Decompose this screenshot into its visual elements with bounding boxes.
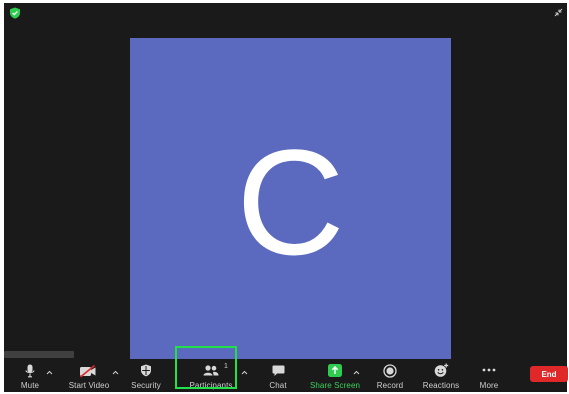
reactions-label: Reactions bbox=[422, 381, 460, 390]
chat-label: Chat bbox=[269, 381, 287, 390]
meeting-toolbar: Mute Start Video Security 1 Participants… bbox=[4, 359, 567, 392]
participant-video-tile: C bbox=[130, 38, 451, 359]
video-off-icon bbox=[79, 365, 96, 378]
exit-fullscreen-icon[interactable] bbox=[554, 8, 563, 17]
avatar-initial: C bbox=[236, 117, 345, 286]
more-label: More bbox=[479, 381, 499, 390]
share-screen-button[interactable]: Share Screen bbox=[310, 359, 360, 392]
start-video-button[interactable]: Start Video bbox=[64, 359, 114, 392]
record-button[interactable]: Record bbox=[368, 359, 412, 392]
video-options-chevron-icon[interactable] bbox=[112, 370, 119, 375]
mute-button[interactable]: Mute bbox=[8, 359, 52, 392]
share-options-chevron-icon[interactable] bbox=[353, 370, 360, 375]
mute-label: Mute bbox=[20, 381, 40, 390]
more-button[interactable]: More bbox=[470, 359, 508, 392]
security-button[interactable]: Security bbox=[124, 359, 168, 392]
chat-bubble-icon bbox=[272, 365, 285, 376]
meeting-window: C Mute Start Video Security 1 Participan… bbox=[4, 3, 567, 392]
ellipsis-icon bbox=[482, 368, 496, 372]
record-icon bbox=[383, 364, 397, 378]
shield-check-icon[interactable] bbox=[9, 7, 21, 19]
record-label: Record bbox=[376, 381, 404, 390]
end-meeting-button[interactable]: End bbox=[530, 366, 568, 382]
emoji-add-icon bbox=[434, 363, 449, 377]
security-label: Security bbox=[131, 381, 161, 390]
participants-options-chevron-icon[interactable] bbox=[241, 370, 248, 375]
audio-options-chevron-icon[interactable] bbox=[46, 370, 53, 375]
participants-highlight-box bbox=[175, 346, 237, 389]
start-video-label: Start Video bbox=[68, 381, 110, 390]
reactions-button[interactable]: Reactions bbox=[416, 359, 466, 392]
participant-name-tag bbox=[4, 351, 74, 358]
share-screen-label: Share Screen bbox=[309, 381, 361, 390]
chat-button[interactable]: Chat bbox=[258, 359, 298, 392]
microphone-icon bbox=[25, 364, 35, 378]
share-arrow-icon bbox=[328, 364, 342, 377]
shield-icon bbox=[141, 364, 151, 377]
